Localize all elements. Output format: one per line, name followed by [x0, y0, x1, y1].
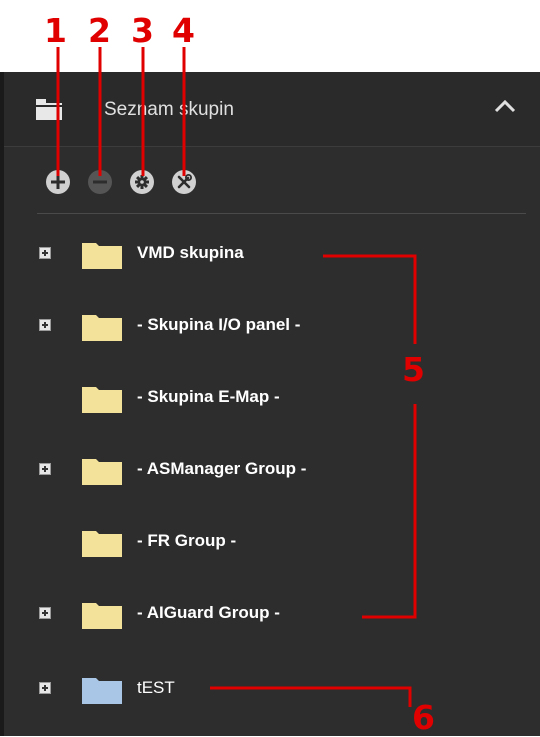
callout-6: 6 [412, 698, 435, 737]
callout-5: 5 [402, 350, 425, 389]
callout-line-6 [210, 686, 412, 707]
callout-bracket-5-bottom [362, 404, 417, 619]
annotation-overlay [56, 47, 417, 707]
callout-bracket-5-top [323, 254, 417, 344]
